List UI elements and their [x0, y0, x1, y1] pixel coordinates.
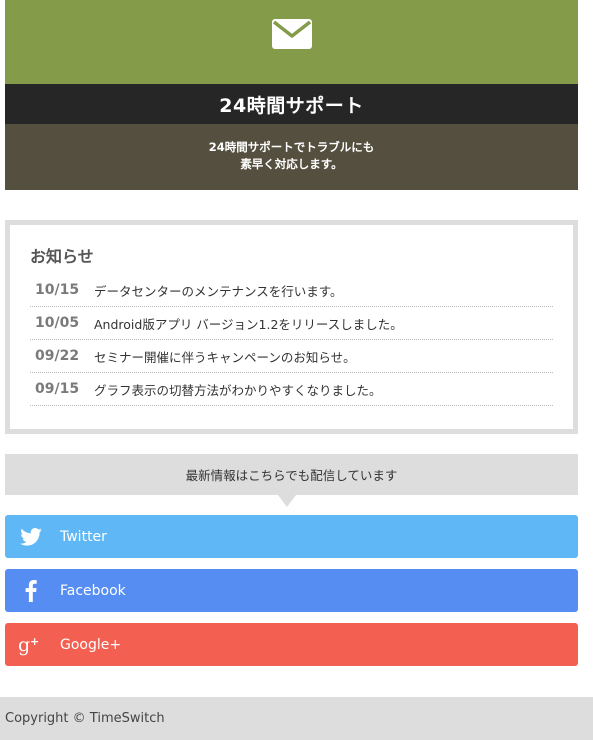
- sns-banner: 最新情報はこちらでも配信しています: [5, 454, 578, 495]
- google-plus-icon: g +: [9, 623, 53, 666]
- news-item[interactable]: 09/15 グラフ表示の切替方法がわかりやすくなりました。: [30, 373, 553, 406]
- news-text: セミナー開催に伴うキャンペーンのお知らせ。: [94, 349, 356, 365]
- news-text: Android版アプリ バージョン1.2をリリースしました。: [94, 316, 403, 332]
- envelope-icon: [271, 19, 312, 49]
- google-plus-button-label: Google+: [60, 636, 122, 653]
- twitter-button[interactable]: Twitter: [5, 515, 578, 558]
- sns-banner-pointer: [278, 495, 296, 507]
- twitter-button-label: Twitter: [60, 528, 107, 545]
- support-description-line: 素早く対応します。: [240, 157, 343, 171]
- news-date: 10/05: [35, 315, 80, 331]
- news-text: データセンターのメンテナンスを行います。: [94, 283, 343, 299]
- svg-text:+: +: [30, 635, 39, 648]
- news-item[interactable]: 09/22 セミナー開催に伴うキャンペーンのお知らせ。: [30, 340, 553, 373]
- facebook-button-label: Facebook: [60, 582, 126, 599]
- svg-text:g: g: [18, 634, 30, 656]
- facebook-button[interactable]: Facebook: [5, 569, 578, 612]
- support-title: 24時間サポート: [5, 84, 578, 124]
- news-date: 10/15: [35, 282, 80, 298]
- facebook-f-icon: [9, 569, 53, 612]
- news-item[interactable]: 10/15 データセンターのメンテナンスを行います。: [30, 274, 553, 307]
- news-text: グラフ表示の切替方法がわかりやすくなりました。: [94, 382, 382, 398]
- support-description-line: 24時間サポートでトラブルにも: [208, 140, 375, 154]
- news-item[interactable]: 10/05 Android版アプリ バージョン1.2をリリースしました。: [30, 307, 553, 340]
- support-description: 24時間サポートでトラブルにも 素早く対応します。: [5, 124, 578, 190]
- google-plus-button[interactable]: g + Google+: [5, 623, 578, 666]
- news-heading: お知らせ: [30, 247, 94, 266]
- news-box: お知らせ 10/15 データセンターのメンテナンスを行います。 10/05 An…: [5, 220, 578, 434]
- copyright-text: Copyright © TimeSwitch: [5, 711, 165, 726]
- news-date: 09/15: [35, 381, 80, 397]
- support-hero: [5, 0, 578, 84]
- footer: Copyright © TimeSwitch: [0, 697, 593, 740]
- twitter-bird-icon: [9, 515, 53, 558]
- support-card: 24時間サポート 24時間サポートでトラブルにも 素早く対応します。: [5, 0, 578, 190]
- news-date: 09/22: [35, 348, 80, 364]
- news-list: 10/15 データセンターのメンテナンスを行います。 10/05 Android…: [30, 274, 553, 406]
